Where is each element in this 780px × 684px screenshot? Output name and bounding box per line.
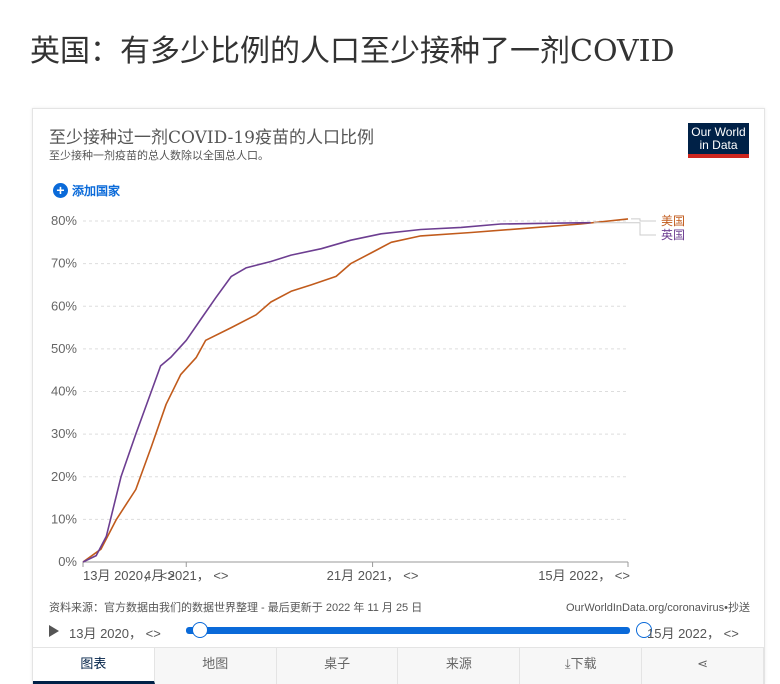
- legend-label: 英国: [661, 228, 685, 242]
- legend-connector: [631, 218, 656, 222]
- tab-download[interactable]: ⤓下载: [520, 648, 643, 684]
- tab-share[interactable]: ⋖: [642, 648, 764, 684]
- timeline-end-label: 15月 2022， <>: [647, 626, 739, 641]
- play-icon[interactable]: [49, 625, 59, 637]
- timeline-start-label: 13月 2020， <>: [69, 626, 161, 641]
- y-tick-label: 80%: [51, 213, 77, 228]
- download-label: 下载: [570, 656, 597, 671]
- y-tick-label: 10%: [51, 511, 77, 526]
- source-note: 资料来源：官方数据由我们的数据世界整理 - 最后更新于 2022 年 11 月 …: [49, 602, 423, 614]
- tab-map[interactable]: 地图: [155, 648, 277, 684]
- series-line-us: [82, 218, 629, 563]
- timeline: 13月 2020， <> 15月 2022， <>: [47, 621, 752, 641]
- page-title: 英国：有多少比例的人口至少接种了一剂COVID: [30, 34, 675, 69]
- line-chart: 0%10%20%30%40%50%60%70%80%13月 2020， <>4月…: [51, 213, 685, 583]
- tab-table[interactable]: 桌子: [277, 648, 399, 684]
- x-tick-label: 15月 2022， <>: [538, 568, 630, 583]
- x-tick-label: 21月 2021， <>: [327, 568, 419, 583]
- y-tick-label: 0%: [58, 554, 77, 569]
- y-tick-label: 40%: [51, 384, 77, 399]
- tab-chart[interactable]: 图表: [33, 648, 155, 684]
- chart-card: 至少接种过一剂COVID-19疫苗的人口比例 至少接种一剂疫苗的总人数除以全国总…: [32, 108, 765, 684]
- timeline-start-handle[interactable]: [192, 622, 208, 638]
- legend-label: 美国: [661, 214, 685, 228]
- x-tick-label: 4月 2021， <>: [144, 568, 229, 583]
- y-tick-label: 70%: [51, 256, 77, 271]
- share-icon: ⋖: [697, 656, 708, 671]
- tab-sources[interactable]: 来源: [398, 648, 521, 684]
- y-tick-label: 30%: [51, 426, 77, 441]
- series-line-uk: [82, 221, 591, 563]
- tab-bar: 图表 地图 桌子 来源 ⤓下载 ⋖: [33, 647, 764, 684]
- timeline-track[interactable]: [186, 627, 630, 634]
- y-tick-label: 60%: [51, 298, 77, 313]
- y-tick-label: 20%: [51, 469, 77, 484]
- source-link[interactable]: OurWorldInData.org/coronavirus•抄送: [566, 599, 750, 615]
- legend-connector: [593, 222, 656, 236]
- y-tick-label: 50%: [51, 341, 77, 356]
